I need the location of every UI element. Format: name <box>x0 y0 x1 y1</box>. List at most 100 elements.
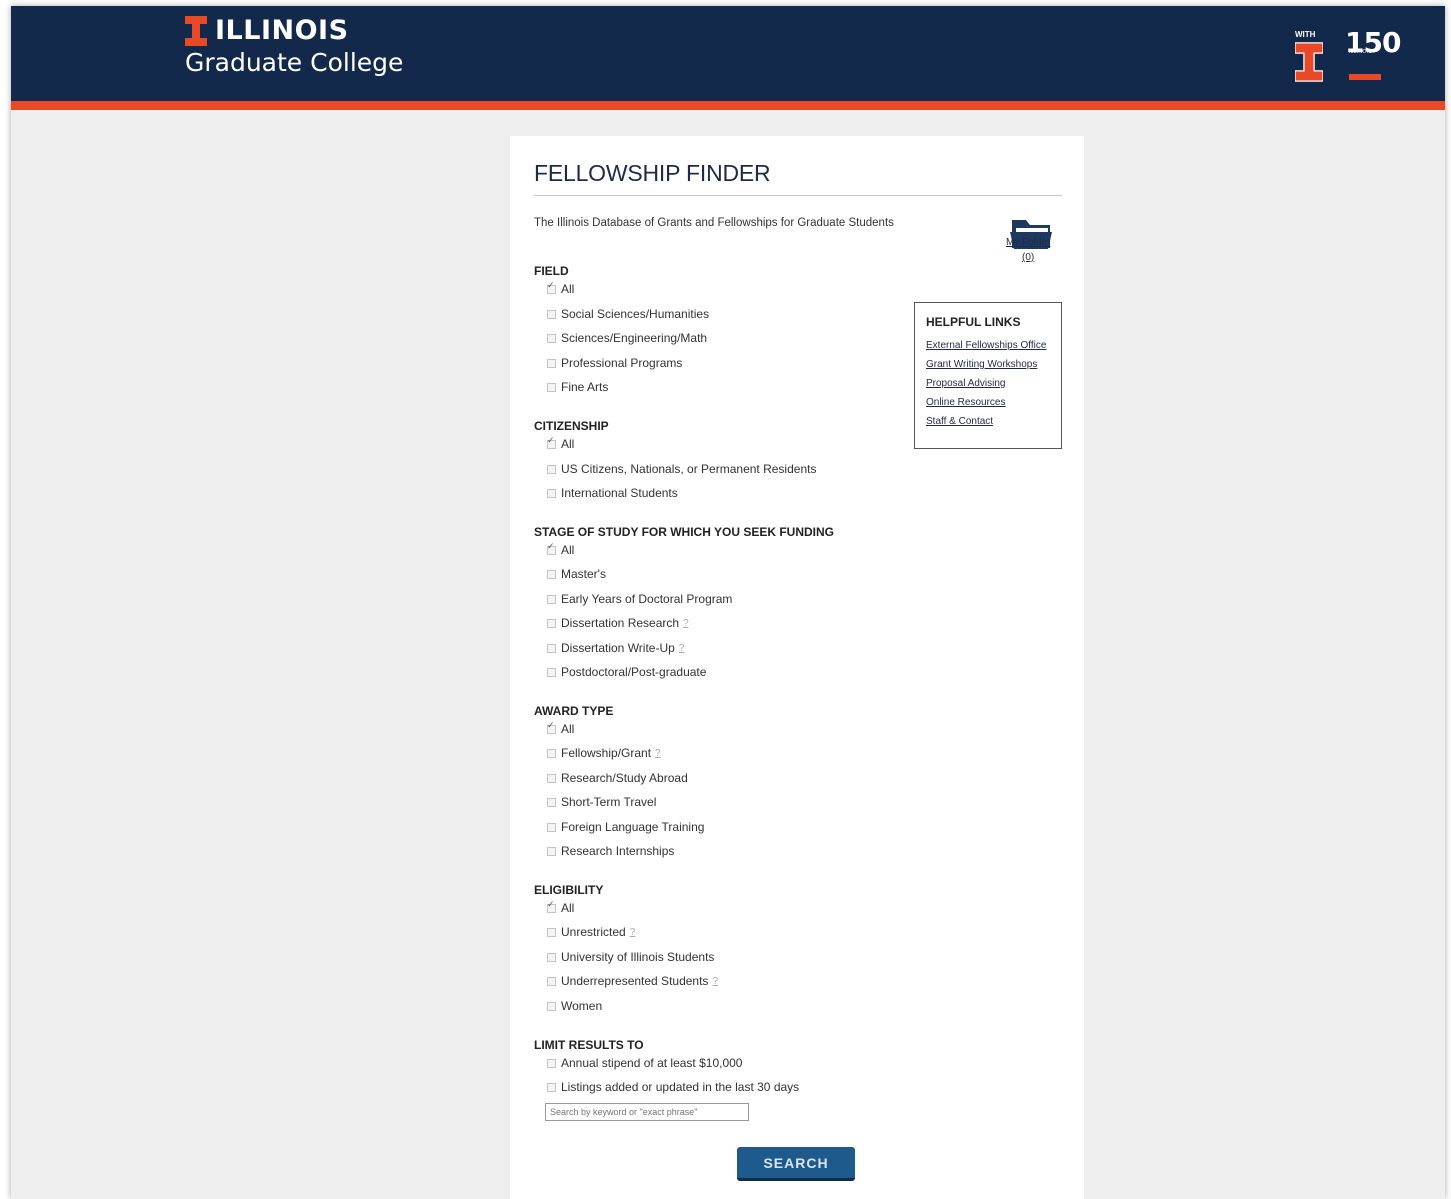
checkbox-option[interactable]: Master's <box>547 567 606 581</box>
checkbox[interactable] <box>547 382 556 392</box>
checkbox-label: Research Internships <box>561 844 675 858</box>
checkbox-label: Women <box>561 999 603 1013</box>
checkbox[interactable] <box>547 720 556 734</box>
checkbox[interactable] <box>547 927 556 937</box>
checkbox-option[interactable]: All <box>547 720 575 736</box>
brand-subtitle: Graduate College <box>185 48 404 77</box>
checkbox[interactable] <box>547 822 556 832</box>
checkbox-label: Foreign Language Training <box>561 820 705 834</box>
link-external-fellowships-office[interactable]: External Fellowships Office <box>926 340 1046 351</box>
checkbox[interactable] <box>547 488 556 498</box>
checkbox-label: Short-Term Travel <box>561 795 657 809</box>
checkbox-option[interactable]: Sciences/Engineering/Math <box>547 331 707 345</box>
checkbox-option[interactable]: Fellowship/Grant? <box>547 746 661 760</box>
checkbox[interactable] <box>547 643 556 653</box>
checkbox-option[interactable]: Dissertation Research? <box>547 616 689 630</box>
help-icon[interactable]: ? <box>655 748 661 759</box>
checkbox-option[interactable]: University of Illinois Students <box>547 950 714 964</box>
checkbox-option[interactable]: Annual stipend of at least $10,000 <box>547 1056 742 1070</box>
folder-count[interactable]: (0) <box>1022 252 1034 263</box>
checkbox-label: Underrepresented Students <box>561 974 709 988</box>
checkbox-option[interactable]: Women <box>547 999 602 1013</box>
checkbox-option[interactable]: All <box>547 541 574 557</box>
checkbox[interactable] <box>547 976 556 986</box>
checkbox[interactable] <box>547 1082 556 1092</box>
section-heading-eligibility: ELIGIBILITY <box>534 883 604 897</box>
help-icon[interactable]: ? <box>712 976 718 987</box>
checkbox-option[interactable]: International Students <box>547 486 678 500</box>
search-button[interactable]: SEARCH <box>737 1147 855 1181</box>
illinois-graduate-college-logo[interactable]: ILLINOIS Graduate College <box>185 16 403 78</box>
checkbox[interactable] <box>547 333 556 343</box>
checkbox-label: University of Illinois Students <box>561 950 715 964</box>
checkbox-label: Fine Arts <box>561 380 609 394</box>
checkbox[interactable] <box>547 618 556 628</box>
page-subtitle: The Illinois Database of Grants and Fell… <box>534 217 894 229</box>
checkbox-option[interactable]: Unrestricted? <box>547 925 635 939</box>
link-online-resources[interactable]: Online Resources <box>926 397 1005 408</box>
checkbox-option[interactable]: Underrepresented Students? <box>547 974 718 988</box>
checkbox[interactable] <box>547 435 556 449</box>
checkbox[interactable] <box>547 667 556 677</box>
checkbox[interactable] <box>547 594 556 604</box>
checkbox[interactable] <box>547 1058 556 1068</box>
checkbox-label: Social Sciences/Humanities <box>561 307 710 321</box>
checkbox[interactable] <box>547 569 556 579</box>
checkbox[interactable] <box>547 846 556 856</box>
checkbox[interactable] <box>547 748 556 758</box>
checkbox-option[interactable]: Postdoctoral/Post-graduate <box>547 665 706 679</box>
help-icon[interactable]: ? <box>679 643 685 654</box>
fellowship-finder-card: FELLOWSHIP FINDER The Illinois Database … <box>510 136 1084 1199</box>
checkbox-label: All <box>561 437 575 451</box>
block-i-icon <box>1295 42 1323 82</box>
checkbox-label: All <box>561 901 575 915</box>
checkbox-option[interactable]: Foreign Language Training <box>547 820 704 834</box>
link-staff-contact[interactable]: Staff & Contact <box>926 416 993 427</box>
checkbox-label: Research/Study Abroad <box>561 771 688 785</box>
checkbox[interactable] <box>547 773 556 783</box>
checkbox-option[interactable]: Early Years of Doctoral Program <box>547 592 732 606</box>
my-folder-link[interactable]: My Folder (0) <box>1006 216 1058 266</box>
checkbox[interactable] <box>547 952 556 962</box>
checkbox-label: Fellowship/Grant <box>561 746 652 760</box>
checkbox-option[interactable]: Listings added or updated in the last 30… <box>547 1080 799 1094</box>
checkbox[interactable] <box>547 309 556 319</box>
checkbox-option[interactable]: Dissertation Write-Up? <box>547 641 684 655</box>
checkbox-option[interactable]: Professional Programs <box>547 356 682 370</box>
link-proposal-advising[interactable]: Proposal Advising <box>926 378 1006 389</box>
site-header: ILLINOIS Graduate College WITH 150 ILLIN… <box>11 6 1445 110</box>
with-text: WITH <box>1295 30 1316 39</box>
sesquicentennial-sub: ILLINOIS <box>1349 49 1372 55</box>
checkbox[interactable] <box>547 358 556 368</box>
checkbox-label: All <box>561 722 575 736</box>
keyword-search-input[interactable] <box>545 1103 749 1121</box>
help-icon[interactable]: ? <box>630 927 636 938</box>
checkbox-option[interactable]: All <box>547 280 574 296</box>
checkbox-label: Sciences/Engineering/Math <box>561 331 708 345</box>
help-icon[interactable]: ? <box>683 618 689 629</box>
link-grant-writing-workshops[interactable]: Grant Writing Workshops <box>926 359 1037 370</box>
checkbox-option[interactable]: Short-Term Travel <box>547 795 656 809</box>
checkbox-option[interactable]: Research/Study Abroad <box>547 771 688 785</box>
checkbox[interactable] <box>547 280 556 294</box>
checkbox-option[interactable]: Fine Arts <box>547 380 608 394</box>
folder-label[interactable]: My Folder <box>1006 237 1050 248</box>
helpful-links-heading: HELPFUL LINKS <box>926 315 1021 329</box>
checkbox-option[interactable]: US Citizens, Nationals, or Permanent Res… <box>547 462 816 476</box>
checkbox[interactable] <box>547 1001 556 1011</box>
sesquicentennial-bar <box>1349 74 1381 80</box>
section-heading-citizenship: CITIZENSHIP <box>534 419 609 433</box>
section-heading-limit: LIMIT RESULTS TO <box>534 1038 644 1052</box>
checkbox-label: Unrestricted <box>561 925 626 939</box>
checkbox[interactable] <box>547 464 556 474</box>
checkbox-option[interactable]: Social Sciences/Humanities <box>547 307 709 321</box>
checkbox[interactable] <box>547 797 556 807</box>
checkbox-option[interactable]: Research Internships <box>547 844 674 858</box>
checkbox[interactable] <box>547 541 556 555</box>
checkbox-option[interactable]: All <box>547 899 575 915</box>
brand-name: ILLINOIS <box>215 15 349 46</box>
checkbox-option[interactable]: All <box>547 435 575 451</box>
checkbox[interactable] <box>547 899 556 913</box>
checkbox-label: Professional Programs <box>561 356 683 370</box>
section-heading-field: FIELD <box>534 264 569 278</box>
